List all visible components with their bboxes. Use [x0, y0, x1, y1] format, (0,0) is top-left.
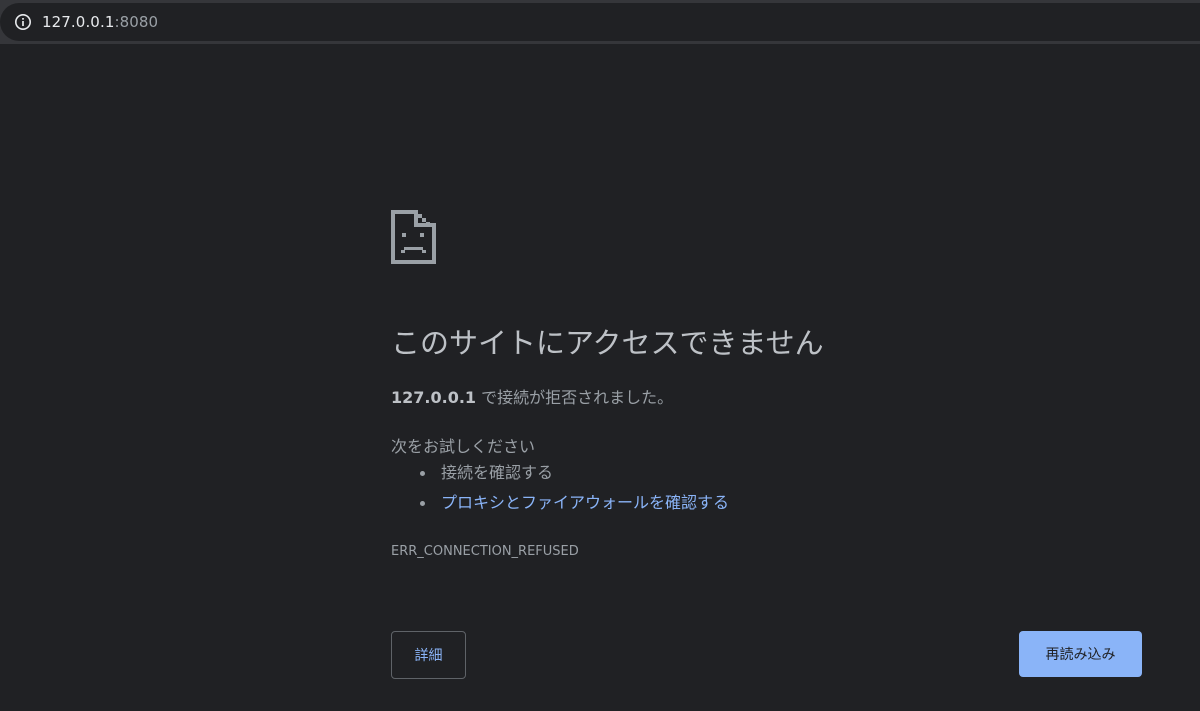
error-host: 127.0.0.1: [391, 388, 477, 407]
suggestion-item: 接続を確認する: [391, 462, 729, 492]
reload-button[interactable]: 再読み込み: [1019, 631, 1142, 677]
error-message-text: で接続が拒否されました。: [476, 388, 674, 407]
error-message: 127.0.0.1 で接続が拒否されました。: [391, 384, 673, 408]
error-page: このサイトにアクセスできません 127.0.0.1 で接続が拒否されました。 次…: [391, 44, 1143, 711]
url-host: 127.0.0.1: [42, 13, 115, 31]
page-title: このサイトにアクセスできません: [391, 326, 824, 360]
browser-toolbar: 127.0.0.1:8080: [0, 0, 1200, 44]
bullet-icon: [420, 501, 425, 506]
info-icon[interactable]: [14, 13, 32, 31]
url-text[interactable]: 127.0.0.1:8080: [42, 13, 158, 31]
suggestions-list: 接続を確認する プロキシとファイアウォールを確認する: [391, 462, 729, 522]
suggestion-check-proxy-firewall-link[interactable]: プロキシとファイアウォールを確認する: [441, 493, 729, 512]
suggestion-item: プロキシとファイアウォールを確認する: [391, 492, 729, 522]
details-button[interactable]: 詳細: [391, 631, 466, 679]
sad-page-icon: [391, 210, 436, 264]
address-bar[interactable]: 127.0.0.1:8080: [0, 3, 1200, 41]
suggestion-check-connection: 接続を確認する: [441, 463, 554, 482]
suggestions-heading: 次をお試しください: [391, 437, 536, 456]
error-code: ERR_CONNECTION_REFUSED: [391, 544, 579, 559]
url-port: :8080: [114, 13, 159, 31]
bullet-icon: [420, 471, 425, 476]
